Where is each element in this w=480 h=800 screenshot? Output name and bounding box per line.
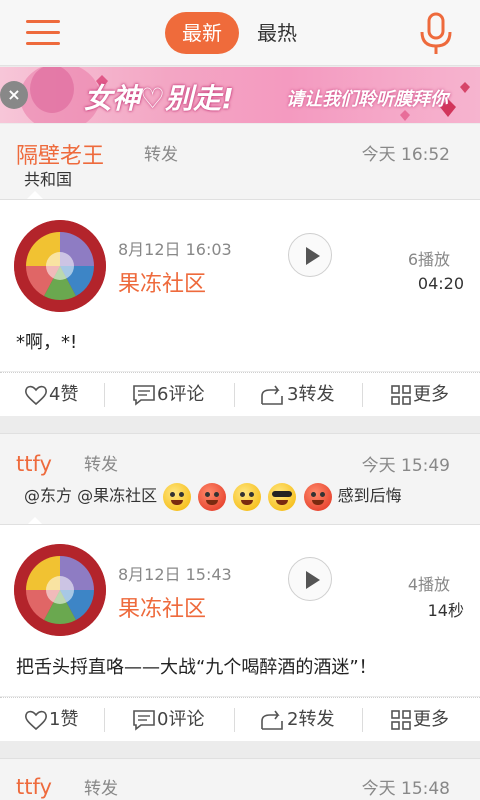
card-community[interactable]: 果冻社区	[118, 591, 206, 623]
action-bar: 4赞 6评论 3转发 更多	[0, 372, 480, 416]
like-label: 1赞	[49, 709, 79, 730]
crying-emoji-icon	[163, 482, 192, 511]
like-button[interactable]: 1赞	[24, 698, 78, 742]
feed-post: ttfy 转发 今天 15:49 @东方 @果冻社区 感到后悔	[0, 433, 480, 526]
sunglasses-emoji-icon	[268, 482, 297, 511]
card-date: 8月12日 15:43	[118, 565, 232, 584]
more-button[interactable]: 更多	[390, 698, 449, 742]
more-label: 更多	[413, 709, 449, 730]
comment-icon	[133, 710, 155, 731]
feed-post: ttfy 转发 今天 15:48	[0, 758, 480, 800]
heart-icon	[25, 385, 47, 406]
divider	[104, 383, 105, 407]
repost-header: ttfy 转发 今天 15:49 @东方 @果冻社区 感到后悔	[0, 433, 480, 526]
like-label: 4赞	[49, 384, 79, 405]
repost-suffix: 感到后悔	[337, 486, 402, 505]
divider	[234, 708, 235, 732]
comment-icon	[133, 385, 155, 406]
action-bar: 1赞 0评论 2转发 更多	[0, 697, 480, 741]
audio-duration: 04:20	[417, 274, 464, 293]
banner-close-icon[interactable]: ×	[0, 81, 28, 109]
heart-icon	[25, 710, 47, 731]
banner-subtitle: 请让我们聆听膜拜你	[286, 89, 448, 110]
grid-icon	[391, 385, 411, 405]
share-label: 2转发	[287, 709, 335, 730]
audio-card[interactable]: 8月12日 16:03 果冻社区 6播放 04:20 *啊，*!	[0, 199, 480, 371]
post-time: 今天 15:49	[361, 456, 450, 476]
grid-icon	[391, 710, 411, 730]
audio-card[interactable]: 8月12日 15:43 果冻社区 4播放 14秒 把舌头捋直咯——大战“九个喝醉…	[0, 524, 480, 696]
comment-button[interactable]: 6评论	[132, 373, 204, 417]
banner-title: 女神♡别走!	[84, 82, 234, 115]
play-count: 6播放	[407, 250, 450, 269]
play-icon[interactable]	[288, 233, 332, 277]
more-label: 更多	[413, 384, 449, 405]
avatar[interactable]	[14, 220, 106, 312]
divider	[104, 708, 105, 732]
angry-emoji-icon	[303, 482, 332, 511]
audio-duration: 14秒	[427, 601, 464, 620]
post-content: *啊，*!	[16, 332, 78, 353]
like-button[interactable]: 4赞	[24, 373, 78, 417]
tab-latest[interactable]: 最新	[165, 12, 239, 54]
comment-label: 0评论	[157, 709, 205, 730]
tab-hot[interactable]: 最热	[248, 12, 306, 54]
comment-button[interactable]: 0评论	[132, 698, 204, 742]
angry-emoji-icon	[198, 482, 227, 511]
repost-text: 共和国	[24, 170, 73, 189]
post-separator	[0, 742, 480, 758]
divider	[234, 383, 235, 407]
share-icon	[261, 710, 283, 730]
play-icon[interactable]	[288, 557, 332, 601]
repost-tag: 转发	[144, 145, 178, 165]
post-separator	[0, 417, 480, 433]
post-username[interactable]: ttfy	[16, 775, 52, 799]
promo-banner[interactable]: × 女神♡别走! 请让我们聆听膜拜你	[0, 67, 480, 123]
share-label: 3转发	[287, 384, 335, 405]
post-time: 今天 15:48	[361, 779, 450, 799]
comment-label: 6评论	[157, 384, 205, 405]
avatar[interactable]	[14, 544, 106, 636]
play-count: 4播放	[407, 575, 450, 594]
repost-mentions[interactable]: @东方 @果冻社区	[24, 486, 157, 505]
microphone-icon[interactable]	[416, 12, 456, 56]
repost-header: ttfy 转发 今天 15:48	[0, 758, 480, 800]
repost-header: 隔壁老王 转发 今天 16:52 共和国	[0, 124, 480, 200]
share-button[interactable]: 2转发	[260, 698, 334, 742]
crying-emoji-icon	[233, 482, 262, 511]
share-icon	[261, 385, 283, 405]
card-community[interactable]: 果冻社区	[118, 266, 206, 298]
repost-tag: 转发	[84, 779, 118, 799]
share-button[interactable]: 3转发	[260, 373, 334, 417]
divider	[362, 708, 363, 732]
top-bar: 最新 最热	[0, 0, 480, 66]
feed-post: 隔壁老王 转发 今天 16:52 共和国	[0, 124, 480, 200]
post-content: 把舌头捋直咯——大战“九个喝醉酒的酒迷”！	[16, 657, 377, 678]
repost-tag: 转发	[84, 455, 118, 475]
more-button[interactable]: 更多	[390, 373, 449, 417]
repost-text: @东方 @果冻社区 感到后悔	[24, 482, 402, 511]
hamburger-menu-icon[interactable]	[26, 18, 62, 48]
divider	[362, 383, 363, 407]
post-username[interactable]: ttfy	[16, 452, 52, 476]
card-date: 8月12日 16:03	[118, 240, 232, 259]
post-time: 今天 16:52	[361, 145, 450, 165]
